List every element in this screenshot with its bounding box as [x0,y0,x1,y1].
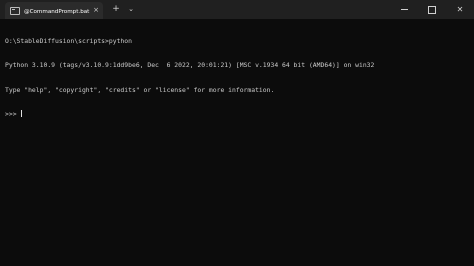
terminal-line-repl-prompt[interactable]: >>> [5,110,470,118]
tab-command-prompt[interactable]: @CommandPrompt.bat - ショー × [5,2,103,19]
close-window-button[interactable]: ✕ [446,0,474,19]
title-bar-drag-area[interactable] [137,0,390,19]
title-bar: @CommandPrompt.bat - ショー × + ⌄ ✕ [0,0,474,19]
terminal-line-prompt-command: O:\StableDiffusion\scripts>python [5,37,132,46]
terminal-window: @CommandPrompt.bat - ショー × + ⌄ ✕ O:\Stab… [0,0,474,266]
terminal-line-help-hint: Type "help", "copyright", "credits" or "… [5,85,275,94]
tab-title: @CommandPrompt.bat - ショー [24,8,91,15]
maximize-button[interactable] [418,0,446,19]
terminal-icon [10,6,20,15]
repl-prompt: >>> [5,110,21,119]
close-icon: ✕ [456,4,464,14]
terminal-line-python-version: Python 3.10.9 (tags/v3.10.9:1dd9be6, Dec… [5,61,375,70]
text-cursor [21,110,23,118]
terminal-output[interactable]: O:\StableDiffusion\scripts>python Python… [5,21,470,134]
maximize-icon [428,5,436,14]
tab-close-icon[interactable]: × [93,7,99,14]
new-tab-button[interactable]: + [109,0,123,19]
minimize-icon [400,9,408,10]
chevron-down-icon[interactable]: ⌄ [125,0,137,19]
minimize-button[interactable] [390,0,418,19]
